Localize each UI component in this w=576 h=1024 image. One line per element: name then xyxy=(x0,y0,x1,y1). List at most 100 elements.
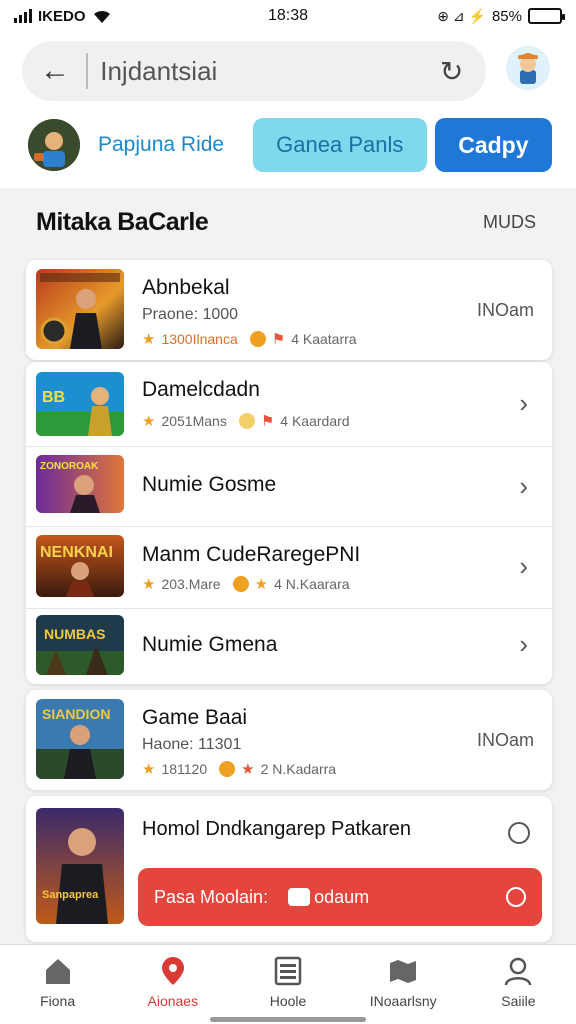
game-title: Abnbekal xyxy=(142,276,230,299)
game-time: INOam xyxy=(476,730,534,750)
home-icon xyxy=(42,955,74,987)
game-title: Manm CudeRaregePNI xyxy=(142,543,361,566)
chevron-right-icon[interactable]: › xyxy=(519,471,528,502)
game-title: Game Baai xyxy=(142,706,248,729)
thumbnail-text: BB xyxy=(42,389,65,406)
star-icon: ★ xyxy=(142,413,156,430)
chip-avatar[interactable] xyxy=(28,119,80,171)
tab-label: Saiile xyxy=(501,993,536,1009)
thumbnail-art: Sanpaprea xyxy=(36,808,124,924)
coin-icon xyxy=(219,761,236,777)
star-icon: ★ xyxy=(142,576,156,593)
chip-ganea-panls[interactable]: Ganea Panls xyxy=(252,118,427,172)
game-thumbnail: NENKNAI xyxy=(36,535,124,597)
game-title: Numie Gosme xyxy=(142,473,277,496)
game-info: Homol Dndkangarep Patkaren xyxy=(142,818,411,841)
game-title: Damelcdadn xyxy=(142,378,260,401)
clock-icon xyxy=(508,822,530,844)
game-thumbnail: SIANDION xyxy=(36,699,124,779)
list-item[interactable]: BB Damelcdadn ★ 2051Mans ⚑ 4 Kaardard › xyxy=(26,362,552,446)
game-thumbnail: BB xyxy=(36,372,124,436)
game-info: Abnbekal Praone: 1000 ★ 1300Ilnanca ⚑ 4 … xyxy=(142,276,357,348)
coin-icon xyxy=(249,331,266,347)
game-info: Manm CudeRaregePNI ★ 203.Mare ★ 4 N.Kaar… xyxy=(142,543,360,593)
list-item[interactable]: ZONOROAK Numie Gosme › xyxy=(26,446,552,526)
game-title: Numie Gmena xyxy=(142,633,278,656)
flag-icon: ⚑ xyxy=(271,331,286,348)
featured-card[interactable]: Sanpaprea Homol Dndkangarep Patkaren Pas… xyxy=(26,796,552,942)
section-title: Mitaka BaCarle xyxy=(36,208,209,236)
search-input[interactable] xyxy=(100,55,436,87)
game-rating: 203.Mare xyxy=(161,576,221,592)
game-players: 2 N.Kadarra xyxy=(260,761,337,777)
game-rating: 181120 xyxy=(161,761,208,777)
game-meta: ★ 2051Mans ⚑ 4 Kaardard xyxy=(142,412,350,430)
game-players: 4 Kaatarra xyxy=(291,331,357,347)
thumbnail-text: NUMBAS xyxy=(44,626,105,642)
game-list-card: BB Damelcdadn ★ 2051Mans ⚑ 4 Kaardard › … xyxy=(26,362,552,684)
thumbnail-text: NENKNAI xyxy=(40,544,113,561)
cadpy-button[interactable]: Cadpy xyxy=(434,118,552,172)
game-players: 4 N.Kaarara xyxy=(274,576,350,592)
tab-map[interactable]: INoaarlsny xyxy=(346,945,461,1024)
coin-icon xyxy=(232,576,249,592)
tab-list[interactable]: Hoole xyxy=(230,945,345,1024)
promo-button[interactable]: Pasa Moolain: odaum xyxy=(138,868,542,926)
chevron-right-icon[interactable]: › xyxy=(519,388,528,419)
home-indicator xyxy=(210,1017,366,1022)
game-meta: ★ 203.Mare ★ 4 N.Kaarara xyxy=(142,575,360,593)
tab-location[interactable]: Aionaes xyxy=(115,945,230,1024)
tab-label: Aionaes xyxy=(147,993,199,1009)
thumbnail-text: Sanpaprea xyxy=(42,889,99,901)
thumbnail-art: SIANDION xyxy=(36,699,124,779)
status-right: ⊕ ⊿ ⚡ 85% xyxy=(372,7,565,25)
search-divider xyxy=(86,53,89,89)
signal-icon xyxy=(14,9,32,23)
thumbnail-art: NUMBAS xyxy=(36,615,124,675)
chevron-right-icon[interactable]: › xyxy=(519,629,528,660)
section-more-link[interactable]: MUDS xyxy=(483,212,536,233)
battery-percent: 85% xyxy=(491,7,522,25)
bottom-tab-bar: Fiona Aionaes Hoole INoaarlsny Saiile xyxy=(0,944,576,1024)
back-arrow-icon[interactable]: ← xyxy=(40,54,76,88)
game-meta: ★ 1300Ilnanca ⚑ 4 Kaatarra xyxy=(142,330,357,348)
flag-icon: ★ xyxy=(241,761,255,778)
game-thumbnail xyxy=(36,269,124,349)
game-thumbnail: ZONOROAK xyxy=(36,455,124,513)
game-title: Homol Dndkangarep Patkaren xyxy=(142,818,412,840)
game-info: Numie Gmena xyxy=(142,633,277,657)
promo-end-icon xyxy=(506,887,526,907)
carrier-label: IKEDO xyxy=(38,7,86,25)
game-subtitle: Haone: 11301 xyxy=(142,736,242,753)
battery-icon xyxy=(528,8,565,24)
star-icon: ★ xyxy=(254,576,269,593)
coin-icon xyxy=(238,413,255,429)
promo-tag: odaum xyxy=(288,887,369,908)
list-icon xyxy=(272,955,304,987)
game-players: 4 Kaardard xyxy=(280,413,350,429)
user-avatar[interactable] xyxy=(506,46,550,90)
list-item[interactable]: NENKNAI Manm CudeRaregePNI ★ 203.Mare ★ … xyxy=(26,526,552,608)
chip-papjuna-ride[interactable]: Papjuna Ride xyxy=(88,133,245,157)
thumbnail-text: ZONOROAK xyxy=(40,461,99,472)
star-icon: ★ xyxy=(142,761,156,778)
tab-profile[interactable]: Saiile xyxy=(461,945,576,1024)
promo-label: Pasa Moolain: xyxy=(154,886,269,907)
game-info: Game Baai Haone: 11301 ★ 181120 ★ 2 N.Ka… xyxy=(142,706,336,778)
game-card[interactable]: SIANDION Game Baai Haone: 11301 ★ 181120… xyxy=(26,690,552,790)
avatar-illustration xyxy=(518,53,538,84)
section-header: Mitaka BaCarle MUDS xyxy=(36,208,536,237)
chevron-right-icon[interactable]: › xyxy=(519,551,528,582)
thumbnail-art: ZONOROAK xyxy=(36,455,124,513)
promo-tag-text: odaum xyxy=(314,886,370,907)
game-info: Damelcdadn ★ 2051Mans ⚑ 4 Kaardard xyxy=(142,378,350,430)
search-bar: ← ↻ xyxy=(22,41,486,101)
header: ← ↻ Papjuna Ride Ganea Panls Cadpy xyxy=(0,32,576,188)
list-item[interactable]: NUMBAS Numie Gmena › xyxy=(26,608,552,684)
refresh-icon[interactable]: ↻ xyxy=(435,55,468,88)
tab-home[interactable]: Fiona xyxy=(0,945,115,1024)
thumbnail-art xyxy=(36,269,124,349)
game-card[interactable]: Abnbekal Praone: 1000 ★ 1300Ilnanca ⚑ 4 … xyxy=(26,260,552,360)
map-icon xyxy=(387,955,419,987)
game-thumbnail: NUMBAS xyxy=(36,615,124,675)
